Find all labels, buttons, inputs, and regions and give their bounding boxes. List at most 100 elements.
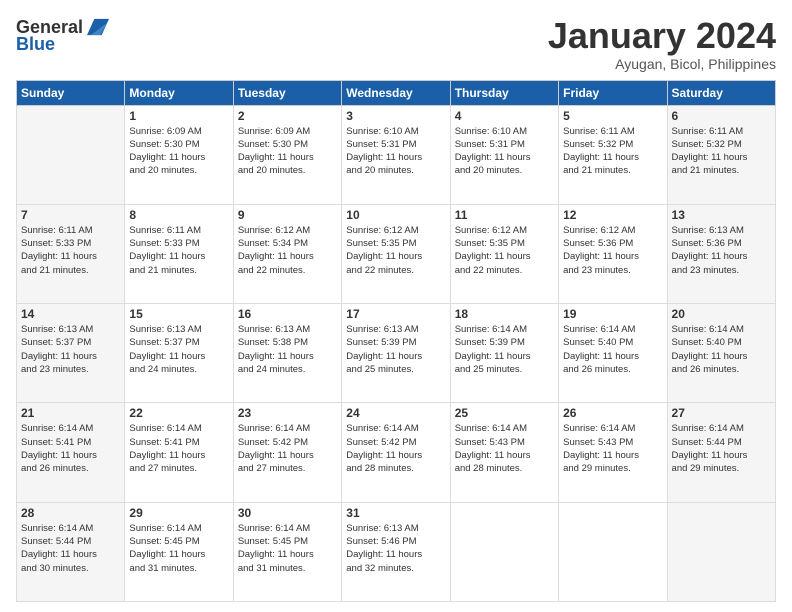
day-cell: 22 Sunrise: 6:14 AM Sunset: 5:41 PM Dayli… [125, 403, 233, 502]
day-info: Sunrise: 6:11 AM Sunset: 5:33 PM Dayligh… [21, 224, 120, 277]
day-number: 6 [672, 109, 771, 123]
day-cell [559, 502, 667, 601]
day-cell: 2 Sunrise: 6:09 AM Sunset: 5:30 PM Daylig… [233, 105, 341, 204]
day-cell: 30 Sunrise: 6:14 AM Sunset: 5:45 PM Dayli… [233, 502, 341, 601]
day-cell: 29 Sunrise: 6:14 AM Sunset: 5:45 PM Dayli… [125, 502, 233, 601]
month-title: January 2024 [548, 16, 776, 56]
day-info: Sunrise: 6:13 AM Sunset: 5:36 PM Dayligh… [672, 224, 771, 277]
day-cell [450, 502, 558, 601]
day-cell: 16 Sunrise: 6:13 AM Sunset: 5:38 PM Dayli… [233, 304, 341, 403]
day-number: 14 [21, 307, 120, 321]
week-row-4: 21 Sunrise: 6:14 AM Sunset: 5:41 PM Dayli… [17, 403, 776, 502]
week-row-5: 28Sunrise: 6:14 AM Sunset: 5:44 PM Dayli… [17, 502, 776, 601]
day-cell: 6 Sunrise: 6:11 AM Sunset: 5:32 PM Daylig… [667, 105, 775, 204]
day-info: Sunrise: 6:11 AM Sunset: 5:32 PM Dayligh… [563, 125, 662, 178]
day-info: Sunrise: 6:14 AM Sunset: 5:42 PM Dayligh… [346, 422, 445, 475]
day-number: 8 [129, 208, 228, 222]
day-cell [17, 105, 125, 204]
col-header-thursday: Thursday [450, 80, 558, 105]
day-cell: 12 Sunrise: 6:12 AM Sunset: 5:36 PM Dayli… [559, 204, 667, 303]
day-number: 27 [672, 406, 771, 420]
day-cell: 24Sunrise: 6:14 AM Sunset: 5:42 PM Dayli… [342, 403, 450, 502]
day-cell: 26 Sunrise: 6:14 AM Sunset: 5:43 PM Dayli… [559, 403, 667, 502]
week-row-2: 7Sunrise: 6:11 AM Sunset: 5:33 PM Daylig… [17, 204, 776, 303]
day-cell [667, 502, 775, 601]
title-block: January 2024 Ayugan, Bicol, Philippines [548, 16, 776, 72]
day-info: Sunrise: 6:12 AM Sunset: 5:34 PM Dayligh… [238, 224, 337, 277]
day-number: 30 [238, 506, 337, 520]
day-info: Sunrise: 6:13 AM Sunset: 5:39 PM Dayligh… [346, 323, 445, 376]
day-info: Sunrise: 6:14 AM Sunset: 5:44 PM Dayligh… [21, 522, 120, 575]
day-info: Sunrise: 6:11 AM Sunset: 5:32 PM Dayligh… [672, 125, 771, 178]
day-info: Sunrise: 6:14 AM Sunset: 5:43 PM Dayligh… [563, 422, 662, 475]
day-number: 18 [455, 307, 554, 321]
day-cell: 23 Sunrise: 6:14 AM Sunset: 5:42 PM Dayli… [233, 403, 341, 502]
day-number: 29 [129, 506, 228, 520]
day-info: Sunrise: 6:14 AM Sunset: 5:44 PM Dayligh… [672, 422, 771, 475]
day-number: 11 [455, 208, 554, 222]
day-info: Sunrise: 6:09 AM Sunset: 5:30 PM Dayligh… [238, 125, 337, 178]
day-number: 13 [672, 208, 771, 222]
day-cell: 28Sunrise: 6:14 AM Sunset: 5:44 PM Dayli… [17, 502, 125, 601]
day-info: Sunrise: 6:14 AM Sunset: 5:41 PM Dayligh… [129, 422, 228, 475]
logo: General Blue [16, 16, 109, 55]
day-cell: 20Sunrise: 6:14 AM Sunset: 5:40 PM Dayli… [667, 304, 775, 403]
day-number: 26 [563, 406, 662, 420]
day-info: Sunrise: 6:10 AM Sunset: 5:31 PM Dayligh… [346, 125, 445, 178]
day-cell: 18 Sunrise: 6:14 AM Sunset: 5:39 PM Dayli… [450, 304, 558, 403]
day-number: 20 [672, 307, 771, 321]
day-cell: 8 Sunrise: 6:11 AM Sunset: 5:33 PM Daylig… [125, 204, 233, 303]
day-number: 15 [129, 307, 228, 321]
day-number: 1 [129, 109, 228, 123]
day-cell: 11 Sunrise: 6:12 AM Sunset: 5:35 PM Dayli… [450, 204, 558, 303]
day-cell: 1 Sunrise: 6:09 AM Sunset: 5:30 PM Daylig… [125, 105, 233, 204]
day-cell: 7Sunrise: 6:11 AM Sunset: 5:33 PM Daylig… [17, 204, 125, 303]
day-cell: 13 Sunrise: 6:13 AM Sunset: 5:36 PM Dayli… [667, 204, 775, 303]
day-cell: 9Sunrise: 6:12 AM Sunset: 5:34 PM Daylig… [233, 204, 341, 303]
day-info: Sunrise: 6:12 AM Sunset: 5:36 PM Dayligh… [563, 224, 662, 277]
day-info: Sunrise: 6:14 AM Sunset: 5:41 PM Dayligh… [21, 422, 120, 475]
day-info: Sunrise: 6:12 AM Sunset: 5:35 PM Dayligh… [455, 224, 554, 277]
day-info: Sunrise: 6:14 AM Sunset: 5:45 PM Dayligh… [238, 522, 337, 575]
day-number: 2 [238, 109, 337, 123]
day-number: 22 [129, 406, 228, 420]
day-number: 21 [21, 406, 120, 420]
day-cell: 19 Sunrise: 6:14 AM Sunset: 5:40 PM Dayli… [559, 304, 667, 403]
week-row-1: 1 Sunrise: 6:09 AM Sunset: 5:30 PM Daylig… [17, 105, 776, 204]
header: General Blue January 2024 Ayugan, Bicol,… [16, 16, 776, 72]
day-cell: 4Sunrise: 6:10 AM Sunset: 5:31 PM Daylig… [450, 105, 558, 204]
day-info: Sunrise: 6:13 AM Sunset: 5:37 PM Dayligh… [21, 323, 120, 376]
day-info: Sunrise: 6:13 AM Sunset: 5:38 PM Dayligh… [238, 323, 337, 376]
day-info: Sunrise: 6:14 AM Sunset: 5:39 PM Dayligh… [455, 323, 554, 376]
page: General Blue January 2024 Ayugan, Bicol,… [0, 0, 792, 612]
day-info: Sunrise: 6:09 AM Sunset: 5:30 PM Dayligh… [129, 125, 228, 178]
logo-blue: Blue [16, 34, 55, 55]
day-info: Sunrise: 6:13 AM Sunset: 5:46 PM Dayligh… [346, 522, 445, 575]
day-info: Sunrise: 6:14 AM Sunset: 5:45 PM Dayligh… [129, 522, 228, 575]
day-cell: 31 Sunrise: 6:13 AM Sunset: 5:46 PM Dayli… [342, 502, 450, 601]
col-header-sunday: Sunday [17, 80, 125, 105]
day-cell: 15 Sunrise: 6:13 AM Sunset: 5:37 PM Dayli… [125, 304, 233, 403]
day-cell: 5Sunrise: 6:11 AM Sunset: 5:32 PM Daylig… [559, 105, 667, 204]
day-info: Sunrise: 6:13 AM Sunset: 5:37 PM Dayligh… [129, 323, 228, 376]
subtitle: Ayugan, Bicol, Philippines [548, 56, 776, 72]
day-number: 12 [563, 208, 662, 222]
day-cell: 17Sunrise: 6:13 AM Sunset: 5:39 PM Dayli… [342, 304, 450, 403]
day-number: 4 [455, 109, 554, 123]
day-number: 16 [238, 307, 337, 321]
day-cell: 10Sunrise: 6:12 AM Sunset: 5:35 PM Dayli… [342, 204, 450, 303]
day-number: 23 [238, 406, 337, 420]
calendar-table: SundayMondayTuesdayWednesdayThursdayFrid… [16, 80, 776, 602]
day-cell: 27 Sunrise: 6:14 AM Sunset: 5:44 PM Dayli… [667, 403, 775, 502]
day-info: Sunrise: 6:14 AM Sunset: 5:40 PM Dayligh… [563, 323, 662, 376]
day-info: Sunrise: 6:14 AM Sunset: 5:43 PM Dayligh… [455, 422, 554, 475]
day-info: Sunrise: 6:14 AM Sunset: 5:42 PM Dayligh… [238, 422, 337, 475]
day-number: 19 [563, 307, 662, 321]
day-number: 25 [455, 406, 554, 420]
day-number: 31 [346, 506, 445, 520]
day-info: Sunrise: 6:11 AM Sunset: 5:33 PM Dayligh… [129, 224, 228, 277]
logo-icon [87, 16, 109, 38]
col-header-saturday: Saturday [667, 80, 775, 105]
week-row-3: 14 Sunrise: 6:13 AM Sunset: 5:37 PM Dayli… [17, 304, 776, 403]
col-header-monday: Monday [125, 80, 233, 105]
